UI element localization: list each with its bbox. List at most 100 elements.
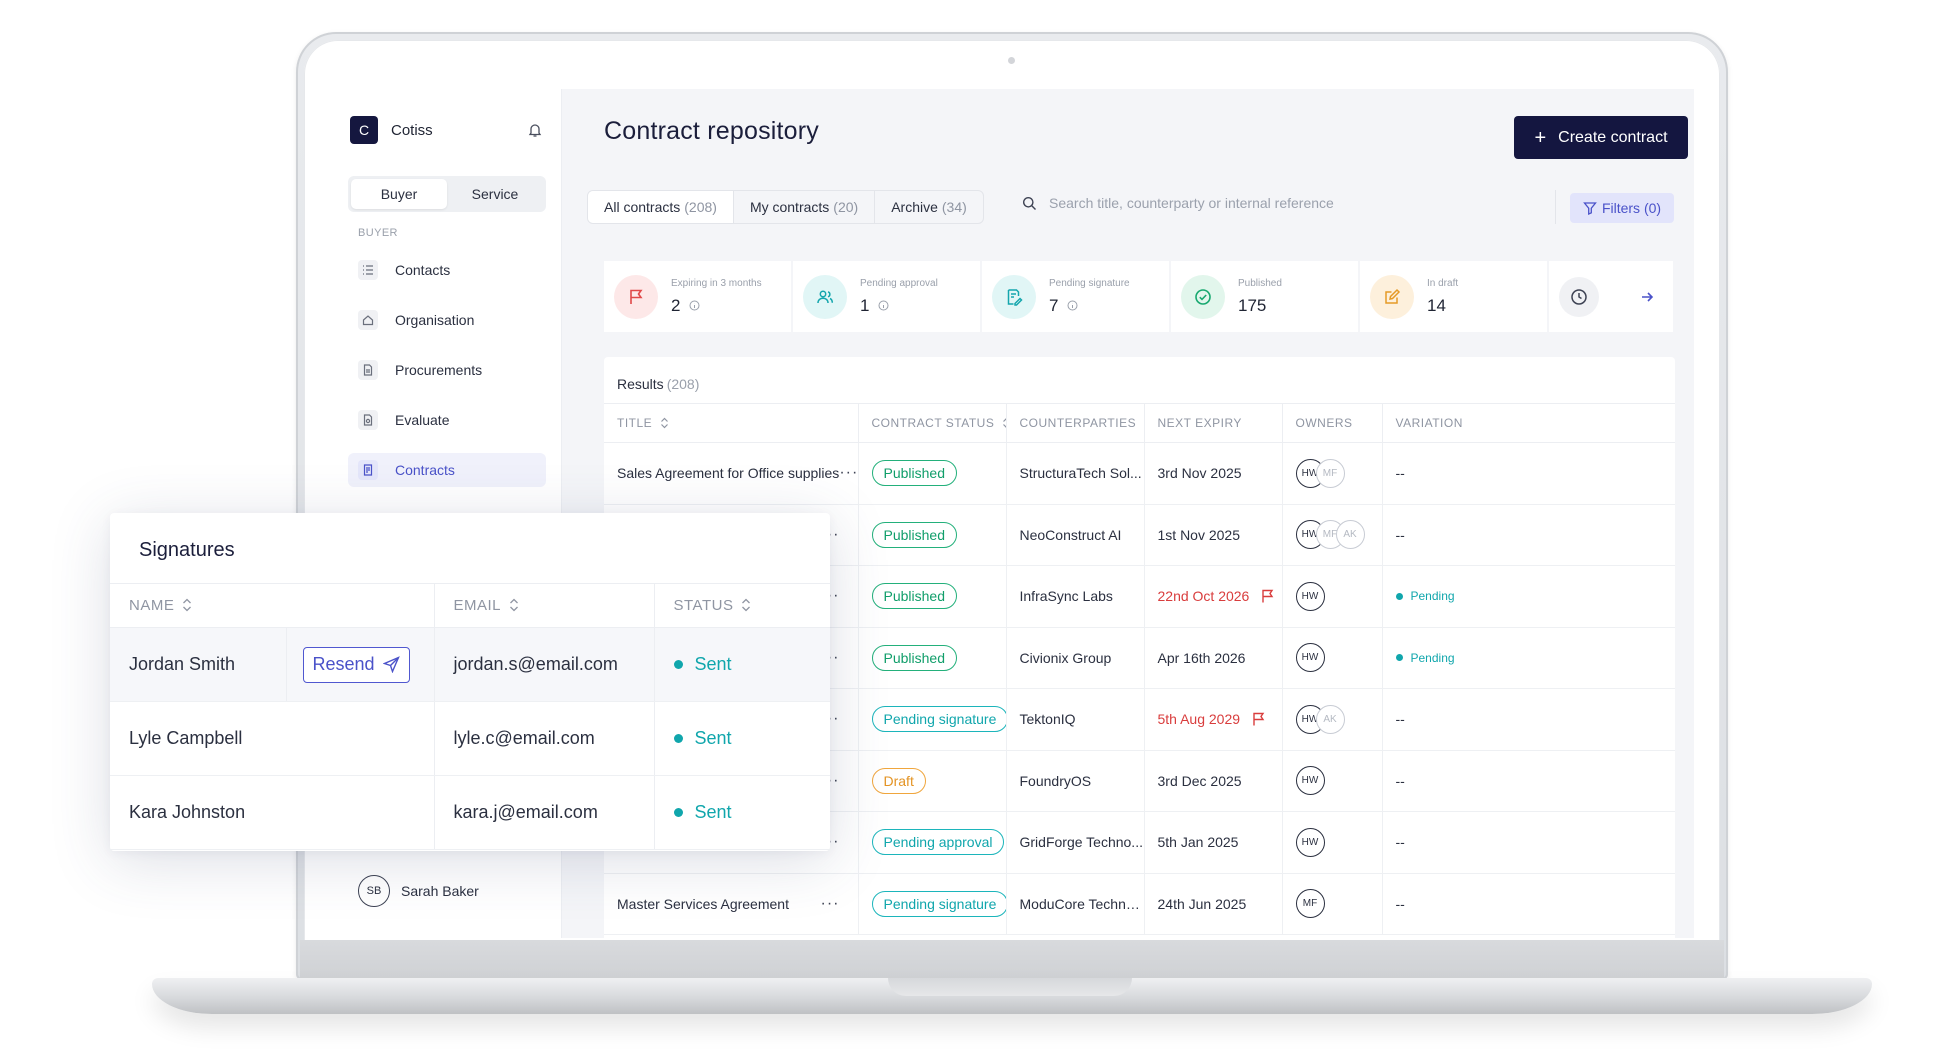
table-row[interactable]: Master Services Agreement ··· Pending sig…	[604, 873, 1675, 935]
owner-avatar: AK	[1315, 704, 1345, 734]
stat-value: 1	[860, 295, 870, 315]
signer-status: Sent	[653, 775, 830, 850]
title-cell[interactable]: Master Services Agreement ···	[604, 873, 858, 935]
counterparty-cell: NeoConstruct AI	[1005, 504, 1144, 566]
table-row[interactable]: Sales Agreement for Office supplies ··· P…	[604, 442, 1675, 505]
more-icon[interactable]: ···	[839, 464, 858, 482]
variation-value: --	[1395, 465, 1405, 482]
owners-cell: HW	[1281, 750, 1382, 812]
sort-icon	[510, 598, 518, 612]
status-badge: Pending signature	[871, 890, 1006, 917]
counterparty-cell: Civionix Group	[1005, 627, 1144, 689]
tab-all-contracts[interactable]: All contracts (208)	[588, 191, 734, 223]
resend-button[interactable]: Resend	[302, 646, 410, 683]
owner-avatar: MF	[1295, 889, 1325, 919]
tab-my-contracts[interactable]: My contracts (20)	[734, 191, 876, 223]
laptop-chin	[300, 940, 1724, 980]
sidebar-item-label: Evaluate	[395, 412, 450, 428]
expiry-cell: 5th Aug 2029	[1143, 688, 1282, 751]
stat-pending-approval[interactable]: Pending approval 1	[793, 261, 980, 332]
bell-icon[interactable]	[527, 122, 543, 138]
status-dot	[1395, 654, 1403, 662]
search-input[interactable]: Search title, counterparty or internal r…	[1022, 195, 1334, 211]
signer-status: Sent	[653, 627, 830, 702]
tab-archive[interactable]: Archive (34)	[875, 191, 983, 223]
owner-avatar: HW	[1295, 827, 1325, 857]
user-profile[interactable]: SB Sarah Baker	[358, 875, 479, 907]
sidebar-item-evaluate[interactable]: Evaluate	[348, 403, 546, 437]
column-counterparties[interactable]: COUNTERPARTIES	[1005, 403, 1144, 443]
arrow-right-icon[interactable]	[1639, 289, 1655, 305]
owners-cell: HW MF	[1281, 442, 1382, 505]
sort-icon	[183, 598, 192, 612]
toggle-service[interactable]: Service	[447, 179, 543, 209]
info-icon[interactable]	[1067, 300, 1078, 311]
status-cell: Draft	[857, 750, 1006, 812]
flag-icon	[1253, 713, 1265, 726]
stat-in-draft[interactable]: In draft 14	[1360, 261, 1547, 332]
status-dot	[673, 808, 683, 817]
expiry-cell: 1st Nov 2025	[1143, 504, 1282, 566]
toggle-buyer[interactable]: Buyer	[351, 179, 447, 209]
expiry-date: 24th Jun 2025	[1157, 895, 1247, 912]
sidebar-item-contracts[interactable]: Contracts	[348, 453, 546, 487]
column-owners[interactable]: OWNERS	[1281, 403, 1382, 443]
sidebar-item-procurements[interactable]: Procurements	[348, 353, 546, 387]
brand[interactable]: C Cotiss	[350, 116, 433, 144]
info-icon[interactable]	[689, 300, 700, 311]
status-badge: Pending approval	[871, 829, 1005, 856]
stat-value: 2	[671, 295, 681, 315]
filter-icon	[1583, 202, 1597, 215]
search-placeholder: Search title, counterparty or internal r…	[1049, 195, 1334, 211]
sidebar-nav: Contacts Organisation Procurements Evalu…	[348, 253, 546, 503]
column-title[interactable]: TITLE	[604, 403, 858, 443]
variation-value: --	[1395, 711, 1405, 728]
expiry-cell: 3rd Dec 2025	[1143, 750, 1282, 812]
variation-cell: --	[1381, 442, 1675, 505]
column-label: CONTRACT STATUS	[871, 416, 995, 430]
more-icon[interactable]: ···	[821, 895, 840, 913]
counterparty-cell: FoundryOS	[1005, 750, 1144, 812]
owner-avatar: AK	[1335, 520, 1365, 550]
status-dot	[673, 734, 683, 743]
variation-status: Pending	[1395, 589, 1676, 603]
stat-more[interactable]	[1549, 261, 1673, 332]
sidebar-item-label: Organisation	[395, 312, 475, 328]
column-status[interactable]: STATUS	[653, 583, 830, 628]
status-badge: Published	[871, 460, 957, 487]
signer-status: Sent	[653, 701, 830, 776]
column-contract-status[interactable]: CONTRACT STATUS	[857, 403, 1006, 443]
variation-cell: Pending	[1381, 627, 1675, 689]
stat-label: Pending signature	[1049, 277, 1130, 289]
filters-button[interactable]: Filters (0)	[1570, 193, 1674, 223]
resend-cell: Resend	[285, 627, 434, 702]
column-variation[interactable]: VARIATION	[1381, 403, 1675, 443]
signature-icon	[992, 274, 1036, 319]
stat-label: Expiring in 3 months	[671, 277, 762, 289]
create-contract-button[interactable]: + Create contract	[1514, 116, 1688, 159]
sidebar-item-organisation[interactable]: Organisation	[348, 303, 546, 337]
status-cell: Pending approval	[857, 811, 1006, 874]
signature-row[interactable]: Lyle Campbell lyle.c@email.com Sent	[110, 701, 830, 776]
tab-label: Archive	[891, 199, 938, 215]
results-label: Results	[617, 376, 664, 392]
stat-pending-signature[interactable]: Pending signature 7	[982, 261, 1169, 332]
stat-expiring[interactable]: Expiring in 3 months 2	[604, 261, 791, 332]
signature-row[interactable]: Kara Johnston kara.j@email.com Sent	[110, 775, 830, 850]
info-icon[interactable]	[878, 300, 889, 311]
variation-cell: --	[1381, 873, 1675, 935]
signer-name: Jordan Smith	[110, 627, 286, 702]
column-next-expiry[interactable]: NEXT EXPIRY	[1143, 403, 1282, 443]
sidebar-item-label: Procurements	[395, 362, 483, 378]
signature-row[interactable]: Jordan Smith Resend jordan.s@email.com S…	[110, 627, 830, 702]
sidebar-item-contacts[interactable]: Contacts	[348, 253, 546, 287]
stat-published[interactable]: Published 175	[1171, 261, 1358, 332]
column-name[interactable]: NAME	[110, 583, 434, 628]
expiry-date: 1st Nov 2025	[1157, 526, 1241, 543]
title-cell[interactable]: Sales Agreement for Office supplies ···	[604, 442, 858, 505]
create-contract-label: Create contract	[1558, 128, 1668, 146]
counterparty-cell: GridForge Techno...	[1005, 811, 1144, 874]
status-label: Sent	[694, 728, 732, 748]
expiry-cell: 5th Jan 2025	[1143, 811, 1282, 874]
column-email[interactable]: EMAIL	[433, 583, 654, 628]
